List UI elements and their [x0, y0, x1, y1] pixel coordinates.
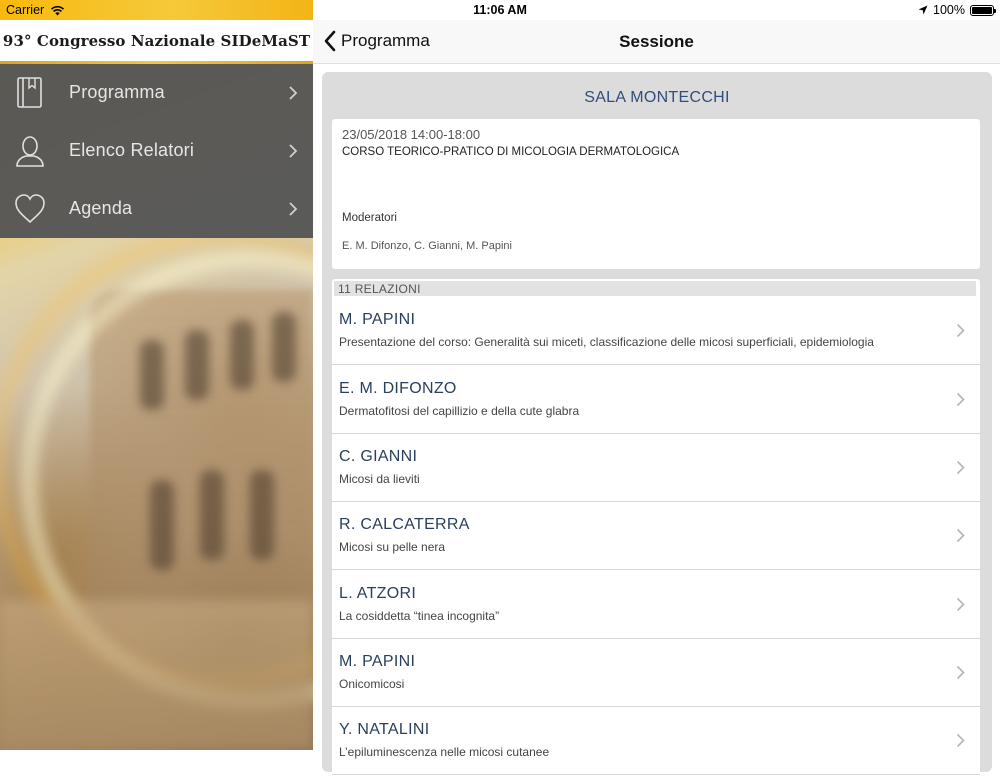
relazione-speaker: E. M. DIFONZO [339, 380, 457, 397]
chevron-right-icon [956, 665, 965, 680]
relazione-speaker: R. CALCATERRA [339, 516, 470, 533]
room-title: SALA MONTECCHI [584, 89, 730, 106]
session-course-title: CORSO TEORICO-PRATICO DI MICOLOGIA DERMA… [342, 146, 680, 158]
relazione-row[interactable]: R. CALCATERRA Micosi su pelle nera [332, 502, 980, 570]
sidebar-item-elenco-relatori[interactable]: Elenco Relatori [0, 122, 313, 180]
session-panel: SALA MONTECCHI 23/05/2018 14:00-18:00 CO… [322, 72, 992, 779]
relazione-title: L’epiluminescenza nelle micosi cutanee [339, 745, 550, 759]
status-left: Carrier [6, 3, 65, 17]
chevron-right-icon [956, 323, 965, 338]
chevron-left-icon [324, 30, 336, 52]
battery-percent: 100% [933, 3, 965, 17]
chevron-right-icon [956, 597, 965, 612]
relazione-title: Presentazione del corso: Generalità sui … [339, 335, 874, 349]
book-icon [17, 77, 42, 108]
back-button[interactable]: Programma [323, 30, 430, 52]
relazione-speaker: C. GIANNI [339, 448, 418, 465]
sidebar: 93° Congresso Nazionale SIDeMaST Program… [0, 0, 313, 750]
relazione-title: Micosi da lieviti [339, 472, 420, 486]
relazione-row[interactable]: L. ATZORI La cosiddetta “tinea incognita… [332, 571, 980, 639]
status-bar: Carrier 11:06 AM 100% [0, 0, 1000, 20]
sidebar-item-programma[interactable]: Programma [0, 64, 313, 122]
battery-icon [970, 4, 996, 16]
relazione-speaker: M. PAPINI [339, 653, 416, 670]
relazioni-list: 11 RELAZIONI M. PAPINI Presentazione del… [332, 279, 980, 779]
heart-icon [15, 194, 45, 224]
chevron-right-icon [289, 202, 298, 216]
relazione-speaker: Y. NATALINI [339, 721, 430, 738]
sidebar-title: 93° Congresso Nazionale SIDeMaST [2, 32, 311, 50]
chevron-right-icon [956, 733, 965, 748]
wifi-icon [51, 5, 65, 15]
moderators-label: Moderatori [342, 212, 397, 224]
session-datetime: 23/05/2018 14:00-18:00 [342, 127, 481, 142]
relazione-row[interactable]: E. M. DIFONZO Dermatofitosi del capilliz… [332, 366, 980, 434]
sidebar-menu: Programma Elenco Relatori Agenda [0, 64, 313, 238]
relazioni-header: 11 RELAZIONI [334, 281, 976, 296]
relazione-title: Micosi su pelle nera [339, 540, 446, 554]
session-content: SALA MONTECCHI 23/05/2018 14:00-18:00 CO… [313, 64, 1000, 779]
relazione-row[interactable]: Y. NATALINI L’epiluminescenza nelle mico… [332, 707, 980, 775]
sidebar-item-label: Agenda [69, 198, 133, 218]
sidebar-header: 93° Congresso Nazionale SIDeMaST [0, 20, 313, 62]
session-info-card: 23/05/2018 14:00-18:00 CORSO TEORICO-PRA… [332, 119, 980, 269]
status-time: 11:06 AM [473, 3, 527, 17]
relazioni-count: 11 RELAZIONI [338, 282, 421, 296]
status-right: 100% [918, 3, 996, 17]
chevron-right-icon [289, 144, 298, 158]
navigation-bar: Programma Sessione [313, 20, 1000, 64]
relazione-title: Onicomicosi [339, 677, 405, 691]
relazione-row[interactable]: M. PAPINI Onicomicosi [332, 639, 980, 707]
chevron-right-icon [289, 86, 298, 100]
carrier-label: Carrier [6, 3, 45, 17]
relazione-row[interactable]: M. PAPINI Presentazione del corso: Gener… [332, 297, 980, 365]
relazione-speaker: M. PAPINI [339, 311, 416, 328]
moderators-names: E. M. Difonzo, C. Gianni, M. Papini [342, 240, 512, 252]
relazione-speaker: L. ATZORI [339, 585, 417, 602]
chevron-right-icon [956, 460, 965, 475]
location-arrow-icon [918, 5, 928, 15]
person-icon [16, 136, 44, 167]
relazione-row[interactable]: C. GIANNI Micosi da lieviti [332, 434, 980, 502]
sidebar-item-label: Programma [69, 82, 165, 102]
sidebar-item-agenda[interactable]: Agenda [0, 180, 313, 238]
background-ground [0, 600, 313, 750]
sidebar-item-label: Elenco Relatori [69, 140, 195, 160]
relazione-title: Dermatofitosi del capillizio e della cut… [339, 404, 580, 418]
back-button-label: Programma [341, 31, 430, 50]
relazione-title: La cosiddetta “tinea incognita” [339, 609, 500, 623]
chevron-right-icon [956, 528, 965, 543]
chevron-right-icon [956, 392, 965, 407]
